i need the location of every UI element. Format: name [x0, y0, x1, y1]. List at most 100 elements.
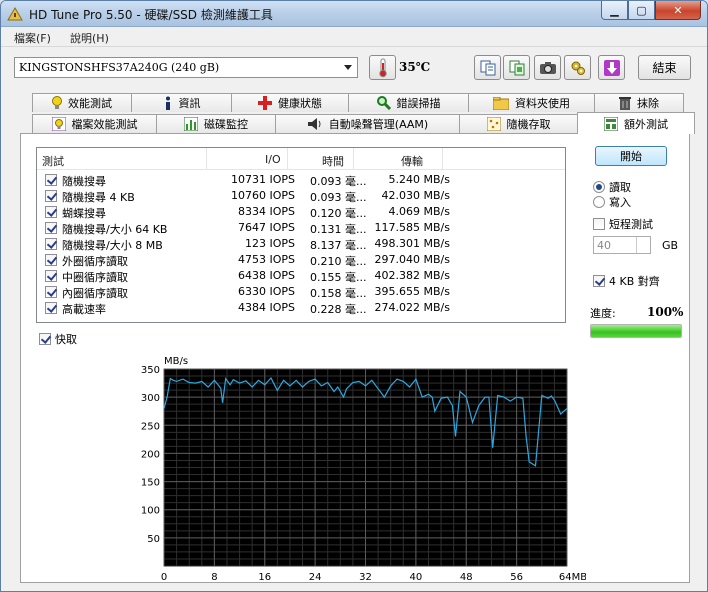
- table-row[interactable]: 隨機搜尋 4 KB 10760 IOPS 0.093 毫... 42.030 MB/s: [37, 188, 565, 204]
- spin-down-icon[interactable]: [636, 245, 650, 253]
- temperature-button[interactable]: [369, 55, 396, 80]
- io-value: 4384 IOPS: [237, 301, 295, 314]
- cache-checkbox[interactable]: 快取: [39, 331, 77, 347]
- tab-benchmark[interactable]: 效能測試: [32, 93, 132, 112]
- extra-tests-icon: [604, 116, 618, 131]
- tab-label: 健康狀態: [278, 97, 322, 110]
- tab-extra-tests[interactable]: 額外測試: [577, 112, 695, 134]
- x-tick-label: 56: [510, 572, 523, 583]
- y-tick-label: 150: [141, 478, 160, 489]
- save-button[interactable]: [598, 55, 625, 80]
- copy-info-button[interactable]: [474, 55, 501, 80]
- x-tick-label: 8: [211, 572, 217, 583]
- io-value: 8334 IOPS: [237, 205, 295, 218]
- table-row[interactable]: 隨機搜尋/大小 8 MB 123 IOPS 8.137 毫... 498.301 MB…: [37, 236, 565, 252]
- title-bar[interactable]: HD Tune Pro 5.50 - 硬碟/SSD 檢測維護工具 ▁ ▢ ✕: [1, 1, 707, 27]
- short-test-size-input[interactable]: 40: [593, 236, 651, 254]
- tab-label: 資料夾使用: [515, 97, 570, 110]
- column-separator: [287, 148, 288, 170]
- y-tick-label: 100: [141, 506, 160, 517]
- drive-select[interactable]: KINGSTONSHFS37A240G (240 gB): [14, 57, 358, 78]
- table-row[interactable]: 外圈循序讀取 4753 IOPS 0.210 毫... 297.040 MB/s: [37, 252, 565, 268]
- chevron-down-icon: [344, 65, 352, 70]
- y-tick-label: 250: [141, 421, 160, 432]
- table-row[interactable]: 內圈循序讀取 6330 IOPS 0.158 毫... 395.655 MB/s: [37, 284, 565, 300]
- header-test[interactable]: 測試: [42, 153, 64, 169]
- temperature-value: 35℃: [399, 60, 431, 74]
- row-checkbox[interactable]: [45, 206, 57, 218]
- row-checkbox[interactable]: [45, 174, 57, 186]
- menu-bar: 檔案(F) 說明(H): [1, 27, 707, 47]
- info-icon: [165, 96, 170, 110]
- tab-info[interactable]: 資訊: [131, 93, 232, 112]
- radio-circle[interactable]: [593, 196, 605, 208]
- write-radio[interactable]: 寫入: [593, 194, 631, 210]
- row-checkbox[interactable]: [45, 302, 57, 314]
- table-row[interactable]: 高載速率 4384 IOPS 0.228 毫... 274.022 MB/s: [37, 300, 565, 316]
- tab-folder-usage[interactable]: 資料夾使用: [468, 93, 595, 112]
- tab-erase[interactable]: 抹除: [594, 93, 684, 112]
- maximize-button[interactable]: ▢: [628, 1, 655, 20]
- table-row[interactable]: 蝴蝶搜尋 8334 IOPS 0.120 毫... 4.069 MB/s: [37, 204, 565, 220]
- time-value: 0.093 毫...: [310, 175, 367, 188]
- radio-circle[interactable]: [593, 181, 605, 193]
- lightbulb-icon: [52, 96, 62, 109]
- file-bulb-icon: [51, 117, 66, 131]
- short-test-checkbox[interactable]: 短程測試: [593, 216, 653, 232]
- header-transfer[interactable]: 傳輸: [401, 153, 423, 169]
- checkbox-box[interactable]: [593, 275, 605, 287]
- tab-disk-monitor[interactable]: 磁碟監控: [156, 114, 276, 133]
- checkbox-box[interactable]: [593, 218, 605, 230]
- header-io[interactable]: I/O: [265, 153, 281, 166]
- test-name: 高載速率: [62, 303, 106, 316]
- minimize-button[interactable]: ▁: [601, 1, 628, 20]
- menu-file[interactable]: 檔案(F): [14, 30, 51, 46]
- folder-icon: [493, 96, 509, 110]
- transfer-value: 4.069 MB/s: [388, 205, 450, 218]
- tab-aam[interactable]: 自動噪聲管理(AAM): [275, 114, 460, 133]
- align-4kb-checkbox[interactable]: 4 KB 對齊: [593, 273, 660, 289]
- tab-error-scan[interactable]: 錯誤掃描: [348, 93, 469, 112]
- bar-chart-icon: [184, 117, 198, 131]
- thermometer-icon: [378, 58, 387, 77]
- test-name: 蝴蝶搜尋: [62, 207, 106, 220]
- write-label: 寫入: [609, 196, 631, 209]
- read-radio[interactable]: 讀取: [593, 179, 631, 195]
- transfer-value: 498.301 MB/s: [374, 237, 450, 250]
- table-row[interactable]: 中圈循序讀取 6438 IOPS 0.155 毫... 402.382 MB/s: [37, 268, 565, 284]
- header-time[interactable]: 時間: [322, 153, 344, 169]
- io-value: 6330 IOPS: [237, 285, 295, 298]
- speaker-icon: [307, 118, 321, 130]
- row-checkbox[interactable]: [45, 190, 57, 202]
- screenshot-button[interactable]: [534, 55, 561, 80]
- table-row[interactable]: 隨機搜尋 10731 IOPS 0.093 毫... 5.240 MB/s: [37, 172, 565, 188]
- tab-random-access[interactable]: 隨機存取: [459, 114, 578, 133]
- io-value: 10731 IOPS: [230, 173, 295, 186]
- tab-row-top: 效能測試 資訊 健康狀態 錯誤掃描 資料夾使用 抹除: [32, 93, 684, 112]
- progress-fill: [591, 325, 681, 337]
- tab-label: 自動噪聲管理(AAM): [328, 118, 429, 131]
- read-label: 讀取: [609, 181, 631, 194]
- start-button[interactable]: 開始: [595, 146, 667, 166]
- options-button[interactable]: [564, 55, 591, 80]
- table-row[interactable]: 隨機搜尋/大小 64 KB 7647 IOPS 0.131 毫... 117.585 …: [37, 220, 565, 236]
- row-checkbox[interactable]: [45, 222, 57, 234]
- checkbox-box[interactable]: [39, 333, 51, 345]
- menu-help[interactable]: 說明(H): [70, 30, 109, 46]
- close-button[interactable]: ✕: [655, 1, 701, 20]
- row-checkbox[interactable]: [45, 270, 57, 282]
- test-name: 隨機搜尋: [62, 175, 106, 188]
- y-axis-label: MB/s: [164, 356, 188, 367]
- time-value: 0.120 毫...: [310, 207, 367, 220]
- row-checkbox[interactable]: [45, 286, 57, 298]
- tab-file-benchmark[interactable]: 檔案效能測試: [32, 114, 157, 133]
- spin-up-icon[interactable]: [636, 237, 650, 245]
- x-tick-label: 64MB: [559, 572, 586, 583]
- copy-screenshot-button[interactable]: [503, 55, 530, 80]
- exit-button[interactable]: 結束: [638, 55, 691, 80]
- row-checkbox[interactable]: [45, 238, 57, 250]
- copy-info-icon: [480, 60, 495, 75]
- row-checkbox[interactable]: [45, 254, 57, 266]
- tab-row-bottom: 檔案效能測試 磁碟監控 自動噪聲管理(AAM) 隨機存取 額外測試: [32, 112, 695, 134]
- tab-health[interactable]: 健康狀態: [231, 93, 349, 112]
